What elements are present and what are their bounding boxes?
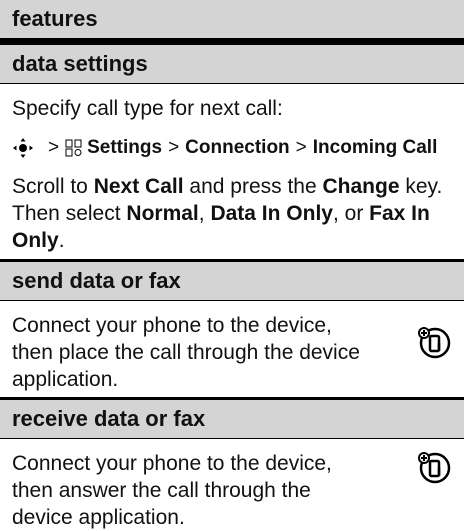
header-rule bbox=[0, 38, 464, 45]
accessory-phone-icon bbox=[418, 326, 452, 360]
section-title-text: send data or fax bbox=[12, 268, 181, 293]
path-connection: Connection bbox=[185, 137, 290, 158]
header-title: features bbox=[12, 6, 98, 31]
path-incoming-call: Incoming Call bbox=[312, 137, 438, 158]
receive-data-description: Connect your phone to the device, then a… bbox=[12, 452, 332, 529]
settings-icon bbox=[65, 139, 83, 157]
section-title-send-data-or-fax: send data or fax bbox=[0, 262, 464, 300]
section-title-text: receive data or fax bbox=[12, 406, 206, 431]
path-settings: Settings bbox=[87, 137, 163, 158]
table-header: features bbox=[0, 0, 464, 38]
accessory-phone-icon bbox=[418, 451, 452, 485]
features-table: features data settings Specify call type… bbox=[0, 0, 464, 531]
send-data-description: Connect your phone to the device, then p… bbox=[12, 314, 360, 391]
section-title-data-settings: data settings bbox=[0, 45, 464, 83]
menu-path: > Settings > Connection > Incoming Call bbox=[0, 135, 464, 161]
section-title-receive-data-or-fax: receive data or fax bbox=[0, 400, 464, 438]
instruction-text: Scroll to Next Call and press the Change… bbox=[12, 175, 443, 252]
intro-text: Specify call type for next call: bbox=[12, 97, 283, 120]
section-title-text: data settings bbox=[12, 51, 148, 76]
nav-key-icon bbox=[12, 137, 34, 159]
